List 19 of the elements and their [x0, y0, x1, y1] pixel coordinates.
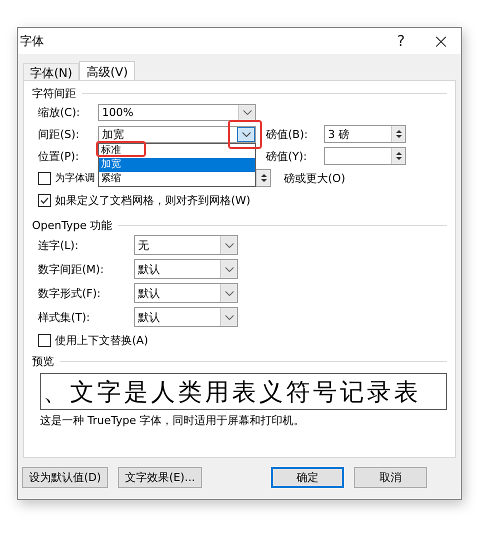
checkbox-label: 为字体调	[55, 172, 96, 185]
checkbox-label: 如果定义了文档网格，则对齐到网格(W)	[55, 192, 250, 208]
field-label: 样式集(T):	[38, 310, 92, 324]
field-label: 磅值(Y):	[266, 148, 308, 164]
preview-text: 、文字是人类用表义符号记录表	[42, 376, 421, 408]
field-label: 磅或更大(O)	[284, 170, 346, 186]
field-label: 连字(L):	[38, 238, 80, 252]
field-label: 数字间距(M):	[38, 262, 105, 276]
section-heading: 字符间距	[32, 86, 76, 100]
field-label: 缩放(C):	[38, 104, 81, 120]
preview-caption: 这是一种 TrueType 字体，同时适用于屏幕和打印机。	[40, 413, 306, 428]
field-label: 间距(S):	[38, 126, 80, 142]
window-title: 字体	[20, 32, 45, 50]
section-heading: OpenType 功能	[32, 218, 112, 232]
section-heading: 预览	[32, 354, 54, 368]
field-label: 数字形式(F):	[38, 286, 102, 300]
field-label: 磅值(B):	[266, 126, 309, 142]
checkbox-label: 使用上下文替换(A)	[55, 332, 148, 348]
field-label: 位置(P):	[38, 148, 80, 164]
